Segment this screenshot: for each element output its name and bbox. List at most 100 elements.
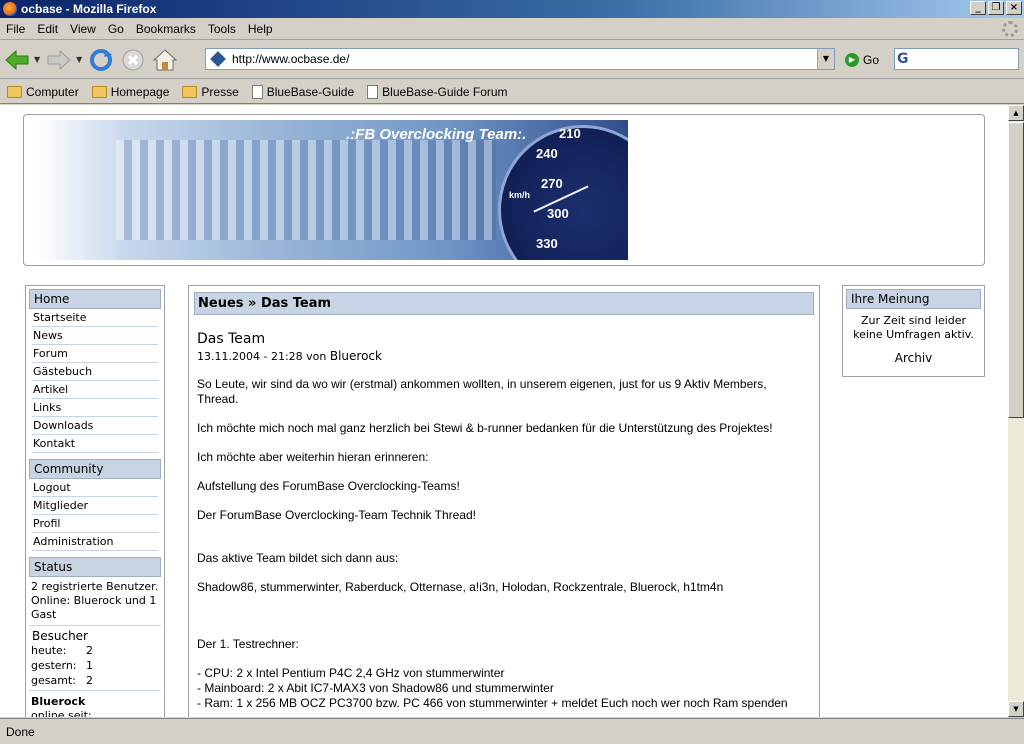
throbber-icon (1002, 21, 1018, 37)
visitor-value: 1 (86, 659, 93, 672)
stop-button[interactable] (118, 45, 148, 75)
speedometer-icon: 210 240 270 300 330 km/h (498, 125, 628, 260)
nav-forum[interactable]: Forum (32, 345, 158, 363)
forward-arrow-icon (47, 49, 71, 70)
scroll-down-icon[interactable]: ▼ (1008, 701, 1024, 717)
scroll-up-icon[interactable]: ▲ (1008, 105, 1024, 121)
site-banner: .:FB Overclocking Team:. 210 240 270 300… (36, 120, 628, 260)
home-section-title: Home (29, 289, 161, 309)
bookmark-bluebase-guide[interactable]: BlueBase-Guide (251, 84, 355, 99)
stop-icon (122, 49, 144, 70)
user-online-since: online seit: (31, 709, 92, 717)
title-bar: ocbase - Mozilla Firefox _ ❐ × (0, 0, 1024, 18)
article-paragraph: Shadow86, stummerwinter, Raberduck, Otte… (197, 580, 724, 594)
back-button[interactable] (2, 45, 32, 75)
nav-gaestebuch[interactable]: Gästebuch (32, 363, 158, 381)
poll-text: Zur Zeit sind leider keine Umfragen akti… (853, 314, 974, 341)
user-name: Bluerock (31, 695, 86, 708)
nav-mitglieder[interactable]: Mitglieder (32, 497, 158, 515)
poll-box: Ihre Meinung Zur Zeit sind leider keine … (842, 285, 985, 377)
window-title: ocbase - Mozilla Firefox (21, 2, 157, 16)
vertical-scrollbar[interactable]: ▲ ▼ (1008, 105, 1024, 717)
nav-artikel[interactable]: Artikel (32, 381, 158, 399)
menu-go[interactable]: Go (102, 22, 130, 36)
visitor-label: heute: (31, 644, 67, 657)
bookmark-presse[interactable]: Presse (182, 84, 239, 99)
scroll-thumb[interactable] (1008, 122, 1024, 418)
breadcrumb: Neues » Das Team (194, 292, 814, 315)
bookmarks-toolbar: Computer Homepage Presse BlueBase-Guide … (0, 80, 1024, 104)
visitor-row: heute: 2 (29, 643, 161, 658)
left-sidebar: Home Startseite News Forum Gästebuch Art… (25, 285, 165, 717)
gauge-label: 210 (559, 126, 581, 141)
bookmark-label: BlueBase-Guide (266, 84, 355, 99)
banner-graphic (116, 140, 496, 240)
menu-file[interactable]: File (0, 22, 31, 36)
go-button[interactable]: ▶ Go (845, 53, 879, 67)
forward-dropdown-icon[interactable]: ▼ (76, 55, 82, 64)
firefox-icon (3, 2, 17, 16)
search-input[interactable]: G (894, 48, 1019, 70)
article-paragraph: Ich möchte mich noch mal ganz herzlich b… (197, 421, 773, 435)
spec-line: - CPU: 2 x Intel Pentium P4C 2,4 GHz von… (197, 666, 505, 680)
back-dropdown-icon[interactable]: ▼ (34, 55, 40, 64)
gauge-label: 240 (536, 146, 558, 161)
site-favicon-icon (210, 51, 226, 67)
menu-help[interactable]: Help (242, 22, 279, 36)
url-input[interactable] (232, 52, 812, 66)
folder-icon (91, 85, 107, 98)
article-paragraph: So Leute, wir sind da wo wir (erstmal) a… (197, 377, 767, 406)
nav-downloads[interactable]: Downloads (32, 417, 158, 435)
nav-profil[interactable]: Profil (32, 515, 158, 533)
visitor-label: gesamt: (31, 674, 76, 687)
bookmark-label: Presse (201, 84, 239, 99)
home-button[interactable] (150, 45, 180, 75)
article-link[interactable]: Aufstellung des ForumBase Overclocking-T… (197, 479, 811, 494)
article-title: Das Team (197, 331, 266, 347)
minimize-button[interactable]: _ (970, 1, 986, 15)
nav-kontakt[interactable]: Kontakt (32, 435, 158, 453)
menu-bar: File Edit View Go Bookmarks Tools Help (0, 19, 1024, 40)
visitor-value: 2 (86, 674, 93, 687)
gauge-label: km/h (509, 190, 531, 200)
visitors-title: Besucher (32, 629, 88, 643)
url-dropdown-icon[interactable]: ▼ (817, 49, 834, 69)
menu-tools[interactable]: Tools (202, 22, 242, 36)
bookmark-bluebase-guide-forum[interactable]: BlueBase-Guide Forum (367, 84, 508, 99)
menu-view[interactable]: View (64, 22, 102, 36)
page-icon (367, 84, 379, 99)
menu-bookmarks[interactable]: Bookmarks (130, 22, 202, 36)
poll-archive-link[interactable]: Archiv (846, 351, 981, 365)
bookmark-homepage[interactable]: Homepage (91, 85, 169, 99)
article: Das Team 13.11.2004 - 21:28 von Bluerock… (189, 331, 819, 711)
page-viewport: .:FB Overclocking Team:. 210 240 270 300… (0, 105, 1008, 717)
reload-button[interactable] (86, 45, 116, 75)
spec-line: - Ram: 1 x 256 MB OCZ PC3700 bzw. PC 466… (197, 696, 788, 710)
google-search-icon[interactable]: G (897, 51, 917, 67)
article-link[interactable]: Der ForumBase Overclocking-Team Technik … (197, 508, 811, 523)
page-icon (251, 84, 263, 99)
nav-logout[interactable]: Logout (32, 479, 158, 497)
bookmark-computer[interactable]: Computer (7, 85, 79, 99)
close-button[interactable]: × (1006, 1, 1022, 15)
nav-startseite[interactable]: Startseite (32, 309, 158, 327)
nav-links[interactable]: Links (32, 399, 158, 417)
nav-news[interactable]: News (32, 327, 158, 345)
bookmark-label: BlueBase-Guide Forum (382, 84, 508, 99)
url-bar[interactable]: ▼ (205, 48, 835, 70)
spec-line: - Mainboard: 2 x Abit IC7-MAX3 von Shado… (197, 681, 554, 695)
article-paragraph: Der 1. Testrechner: (197, 637, 299, 651)
folder-icon (7, 85, 22, 98)
community-section-title: Community (29, 459, 161, 479)
maximize-button[interactable]: ❐ (988, 1, 1004, 15)
article-author[interactable]: Bluerock (330, 349, 382, 363)
navigation-toolbar: ▼ ▼ ▼ ▶ Go G (0, 41, 1024, 79)
menu-edit[interactable]: Edit (31, 22, 64, 36)
bookmark-label: Computer (26, 84, 79, 99)
forward-button[interactable] (44, 45, 74, 75)
go-label: Go (863, 53, 880, 67)
visitor-row: gesamt: 2 (29, 673, 161, 691)
status-text: Done (6, 724, 35, 739)
nav-administration[interactable]: Administration (32, 533, 158, 551)
reload-icon (90, 48, 113, 71)
